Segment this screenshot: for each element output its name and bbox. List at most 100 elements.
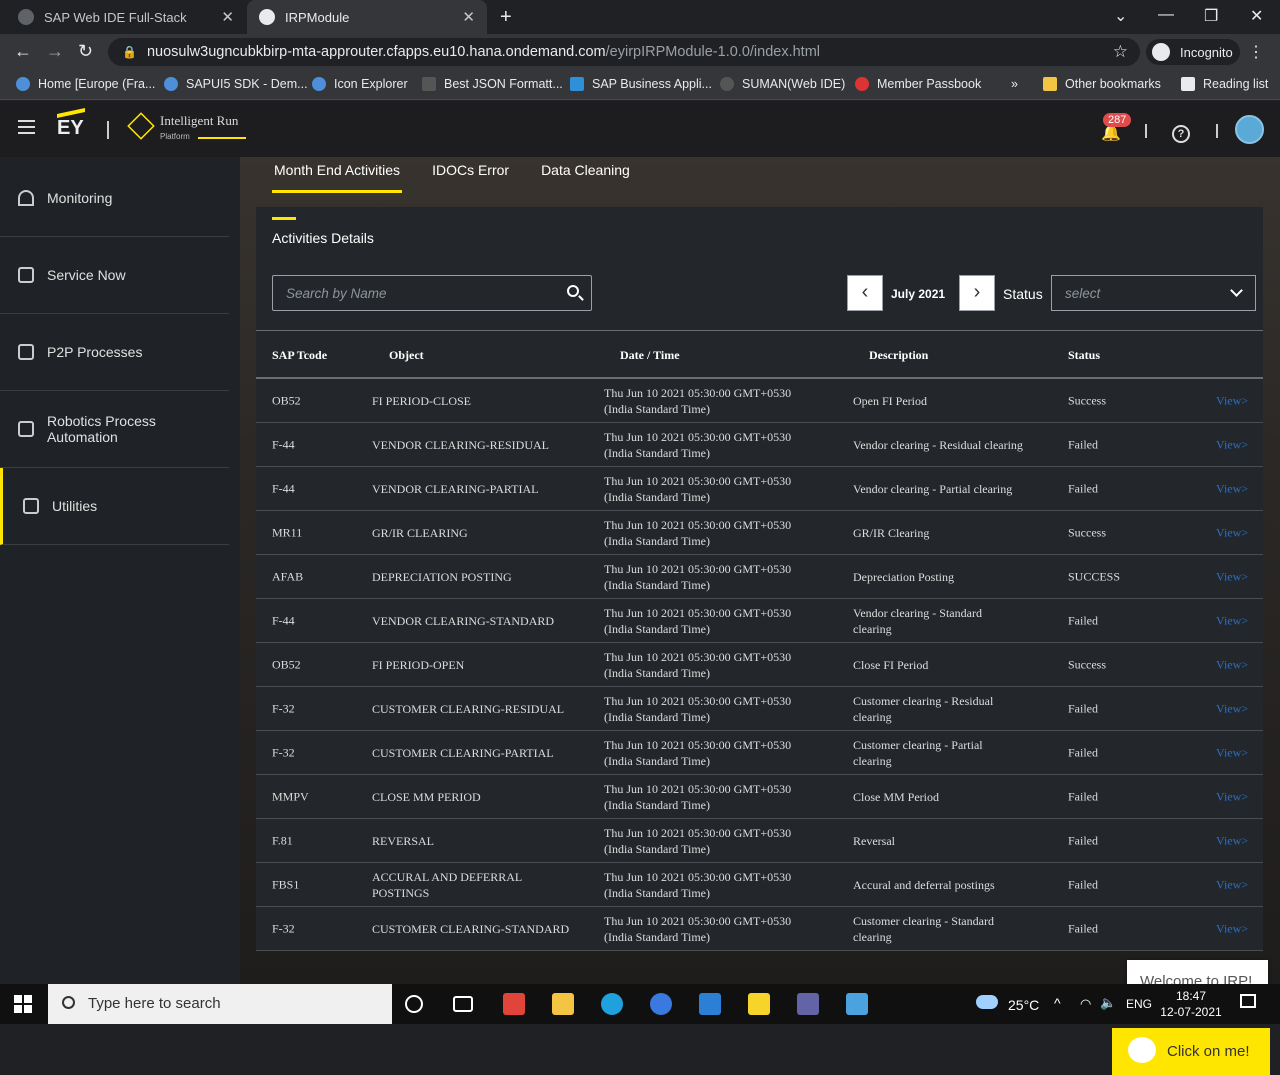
title-accent bbox=[272, 217, 296, 220]
forward-icon[interactable]: → bbox=[46, 41, 64, 62]
sidebar-item-service-now[interactable]: Service Now bbox=[0, 237, 229, 314]
tab-idocs-error[interactable]: IDOCs Error bbox=[432, 160, 509, 193]
url-host: nuosulw3ugncubkbirp-mta-approuter.cfapps… bbox=[146, 44, 606, 60]
browser-tab-sap-web-ide[interactable]: SAP Web IDE Full-Stack ✕ bbox=[6, 0, 246, 34]
skype-icon[interactable] bbox=[601, 993, 623, 1015]
cell-status: Failed bbox=[1068, 613, 1098, 627]
divider bbox=[1216, 124, 1218, 138]
search-input[interactable] bbox=[273, 276, 553, 310]
cell-description: Depreciation Posting bbox=[853, 569, 954, 584]
bookmark-item[interactable]: SUMAN(Web IDE) bbox=[720, 77, 845, 91]
close-icon[interactable]: ✕ bbox=[221, 8, 234, 26]
browser-tab-irpmodule[interactable]: IRPModule ✕ bbox=[247, 0, 487, 34]
prev-month-button[interactable]: ‹ bbox=[847, 275, 883, 311]
cell-status: Failed bbox=[1068, 437, 1098, 451]
cell-description: Customer clearing - Partial clearing bbox=[853, 737, 983, 768]
cell-description: GR/IR Clearing bbox=[853, 525, 930, 540]
more-bookmarks-icon[interactable]: » bbox=[1011, 77, 1018, 91]
view-link[interactable]: View> bbox=[1216, 613, 1248, 628]
incognito-badge[interactable]: Incognito bbox=[1146, 39, 1240, 65]
wifi-icon[interactable]: ◠ bbox=[1080, 996, 1091, 1012]
chat-button[interactable]: Click on me! bbox=[1112, 1028, 1270, 1075]
tab-title: SAP Web IDE Full-Stack bbox=[44, 9, 187, 25]
sidebar-item-monitoring[interactable]: Monitoring bbox=[0, 160, 229, 237]
avatar[interactable] bbox=[1235, 115, 1264, 144]
volume-icon[interactable]: 🔈 bbox=[1100, 995, 1116, 1011]
view-link[interactable]: View> bbox=[1216, 437, 1248, 452]
irp-logo-icon bbox=[127, 112, 155, 140]
back-icon[interactable]: ← bbox=[14, 41, 32, 62]
tab-data-cleaning[interactable]: Data Cleaning bbox=[541, 160, 630, 193]
tab-month-end-activities[interactable]: Month End Activities bbox=[271, 160, 403, 193]
url-bar[interactable]: 🔒 nuosulw3ugncubkbirp-mta-approuter.cfap… bbox=[108, 38, 1140, 66]
product-subtitle: Platform bbox=[160, 132, 190, 141]
search-icon[interactable] bbox=[567, 285, 579, 297]
help-icon[interactable]: ? bbox=[1172, 125, 1190, 143]
weather-cloud-icon[interactable] bbox=[976, 995, 998, 1009]
column-header: Status bbox=[1068, 348, 1101, 362]
view-link[interactable]: View> bbox=[1216, 393, 1248, 408]
hamburger-menu-icon[interactable] bbox=[18, 120, 35, 134]
restore-icon[interactable]: ❐ bbox=[1204, 6, 1218, 26]
datetime-line: Thu Jun 10 2021 05:30:00 GMT+0530 bbox=[604, 649, 792, 664]
activities-panel: Activities Details ‹ July 2021 › Status … bbox=[256, 207, 1263, 951]
window-close-icon[interactable]: ✕ bbox=[1250, 6, 1263, 26]
bookmark-item[interactable]: SAPUI5 SDK - Dem... bbox=[164, 77, 308, 91]
globe-icon bbox=[164, 77, 178, 91]
bookmark-item[interactable]: Icon Explorer bbox=[312, 77, 408, 91]
next-month-button[interactable]: › bbox=[959, 275, 995, 311]
reading-list[interactable]: Reading list bbox=[1181, 77, 1268, 91]
cell-datetime: Thu Jun 10 2021 05:30:00 GMT+0530 (India … bbox=[604, 517, 824, 549]
view-link[interactable]: View> bbox=[1216, 701, 1248, 716]
bookmark-item[interactable]: Member Passbook bbox=[855, 77, 981, 91]
cortana-icon[interactable] bbox=[405, 995, 423, 1013]
status-select[interactable]: select bbox=[1051, 275, 1256, 311]
sidebar-item-p2p-processes[interactable]: P2P Processes bbox=[0, 314, 229, 391]
view-link[interactable]: View> bbox=[1216, 657, 1248, 672]
windows-start-icon[interactable] bbox=[14, 995, 32, 1013]
bookmark-item[interactable]: Best JSON Formatt... bbox=[422, 77, 563, 91]
cell-status: Failed bbox=[1068, 701, 1098, 715]
sidebar-item-utilities[interactable]: Utilities bbox=[0, 468, 229, 545]
view-link[interactable]: View> bbox=[1216, 481, 1248, 496]
view-link[interactable]: View> bbox=[1216, 921, 1248, 936]
cell-object: GR/IR CLEARING bbox=[372, 525, 468, 540]
minimize-icon[interactable]: — bbox=[1158, 6, 1174, 24]
vscode-icon[interactable] bbox=[699, 993, 721, 1015]
sticky-notes-icon[interactable] bbox=[748, 993, 770, 1015]
teams-icon[interactable] bbox=[797, 993, 819, 1015]
browser-tab-bar: SAP Web IDE Full-Stack ✕ IRPModule ✕ + ⌄… bbox=[0, 0, 1280, 34]
sidebar-item-robotics-process-automation[interactable]: Robotics Process Automation bbox=[0, 391, 229, 468]
timezone-line: (India Standard Time) bbox=[604, 841, 710, 856]
view-link[interactable]: View> bbox=[1216, 525, 1248, 540]
reload-icon[interactable]: ↻ bbox=[78, 41, 93, 62]
language-indicator[interactable]: ENG bbox=[1126, 997, 1152, 1011]
task-view-icon[interactable] bbox=[453, 996, 473, 1012]
browser-menu-icon[interactable]: ⋮ bbox=[1248, 42, 1264, 62]
anydesk-icon[interactable] bbox=[503, 993, 525, 1015]
timezone-line: (India Standard Time) bbox=[604, 797, 710, 812]
bookmark-item[interactable]: Home [Europe (Fra... bbox=[16, 77, 155, 91]
view-link[interactable]: View> bbox=[1216, 745, 1248, 760]
chevron-up-icon[interactable]: ^ bbox=[1054, 995, 1061, 1011]
datetime-line: Thu Jun 10 2021 05:30:00 GMT+0530 bbox=[604, 693, 792, 708]
bookmark-star-icon[interactable]: ☆ bbox=[1113, 42, 1128, 62]
other-bookmarks[interactable]: Other bookmarks bbox=[1043, 77, 1161, 91]
view-link[interactable]: View> bbox=[1216, 877, 1248, 892]
system-clock[interactable]: 18:47 12-07-2021 bbox=[1160, 988, 1222, 1020]
taskbar-search[interactable]: Type here to search bbox=[48, 984, 392, 1024]
view-link[interactable]: View> bbox=[1216, 569, 1248, 584]
bookmark-item[interactable]: SAP Business Appli... bbox=[570, 77, 712, 91]
table-row: F-44 VENDOR CLEARING-RESIDUAL Vendor clear… bbox=[256, 423, 1263, 467]
view-link[interactable]: View> bbox=[1216, 833, 1248, 848]
table-row: F-32 CUSTOMER CLEARING-RESIDUAL Customer c… bbox=[256, 687, 1263, 731]
file-explorer-icon[interactable] bbox=[552, 993, 574, 1015]
table-row: OB52 FI PERIOD-CLOSE Open FI Period Success… bbox=[256, 379, 1263, 423]
photos-icon[interactable] bbox=[846, 993, 868, 1015]
view-link[interactable]: View> bbox=[1216, 789, 1248, 804]
new-tab-icon[interactable]: + bbox=[500, 6, 512, 29]
chrome-icon[interactable] bbox=[650, 993, 672, 1015]
tab-search-icon[interactable]: ⌄ bbox=[1114, 6, 1127, 26]
notification-center-icon[interactable] bbox=[1240, 994, 1256, 1008]
close-icon[interactable]: ✕ bbox=[462, 8, 475, 26]
